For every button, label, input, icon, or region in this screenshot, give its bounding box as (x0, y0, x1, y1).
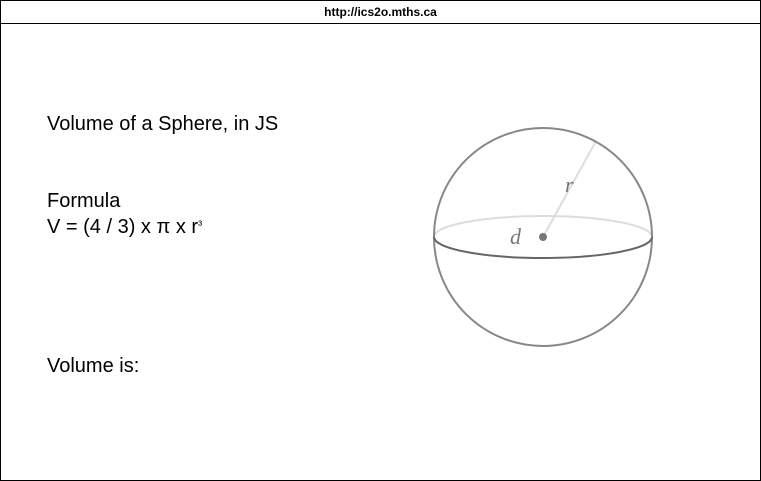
formula-heading: Formula (47, 190, 121, 212)
sphere-diagram: r d (433, 127, 653, 347)
formula-exponent: ³ (198, 218, 203, 232)
url-bar[interactable]: http://ics2o.mths.ca (1, 1, 760, 24)
formula-line: V = (4 / 3) x π x r³ (47, 213, 202, 239)
browser-window: http://ics2o.mths.ca Volume of a Sphere,… (0, 0, 761, 481)
center-point (539, 233, 547, 241)
formula-block: Formula V = (4 / 3) x π x r³ (47, 189, 202, 239)
formula-text: V = (4 / 3) x π x r (47, 216, 199, 238)
page-content: Volume of a Sphere, in JS Formula V = (4… (1, 24, 760, 480)
volume-label: Volume is: (47, 355, 140, 377)
page-title: Volume of a Sphere, in JS (47, 113, 279, 135)
radius-label: r (565, 172, 574, 197)
diameter-label: d (510, 224, 522, 249)
url-text: http://ics2o.mths.ca (324, 5, 437, 19)
